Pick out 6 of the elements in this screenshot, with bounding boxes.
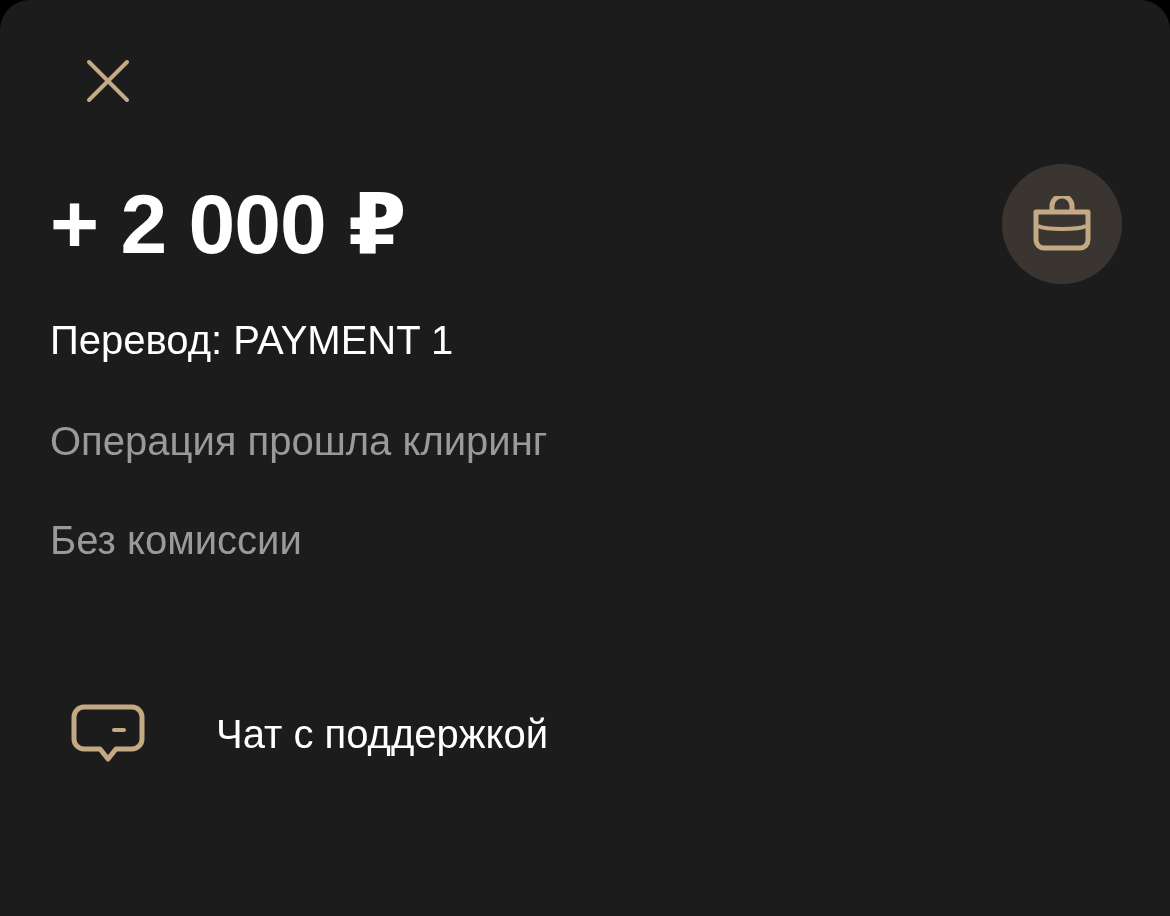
chat-icon — [70, 703, 146, 765]
status-text: Без комиссии — [50, 518, 303, 563]
status-text: Операция прошла клиринг — [50, 419, 549, 464]
support-chat-button[interactable]: Чат с поддержкой — [70, 703, 1122, 765]
amount: + 2 000 ₽ — [50, 182, 406, 266]
transfer-title: Перевод: PAYMENT 1 — [50, 318, 455, 363]
